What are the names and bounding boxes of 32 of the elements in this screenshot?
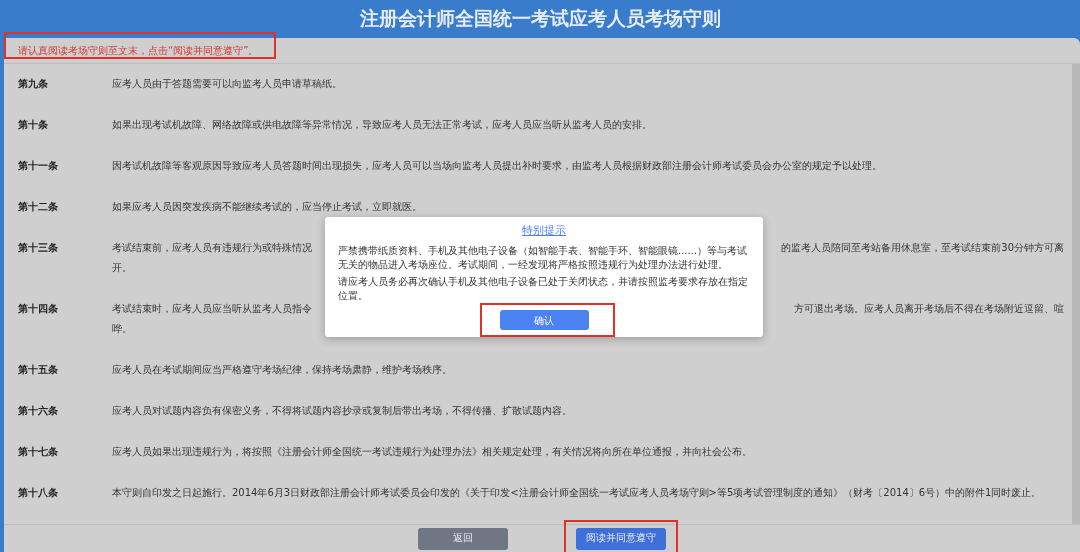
dialog-paragraph: 请应考人员务必再次确认手机及其他电子设备已处于关闭状态，并请按照监考要求存放在指定位置。 bbox=[338, 275, 749, 303]
article-text: 的监考人员陪同至考站备用休息室，至考试结束前30分钟方可离 bbox=[781, 241, 1064, 256]
article-number: 第十条 bbox=[18, 118, 49, 133]
article-number: 第九条 bbox=[18, 77, 49, 92]
notice-text: 请认真阅读考场守则至文末，点击“阅读并同意遵守”。 bbox=[18, 44, 259, 59]
article-text: 如果出现考试机故障、网络故障或供电故障等异常情况，导致应考人员无法正常考试，应考人员应当听从监考人员的安排。 bbox=[112, 118, 653, 133]
confirm-button[interactable]: 确认 bbox=[499, 310, 589, 330]
article-number: 第十八条 bbox=[18, 486, 59, 501]
article-text: 应考人员如果出现违规行为，将按照《注册会计师全国统一考试违规行为处理办法》相关规定处理，有关情况将向所在单位通报，并向社会公布。 bbox=[112, 445, 753, 460]
dialog-title: 特别提示 bbox=[522, 224, 566, 237]
article-text: 如果应考人员因突发疾病不能继续考试的，应当停止考试，立即就医。 bbox=[112, 200, 423, 215]
back-button[interactable]: 返回 bbox=[418, 527, 508, 550]
page-title: 注册会计师全国统一考试应考人员考场守则 bbox=[359, 6, 721, 31]
article-number: 第十七条 bbox=[18, 445, 59, 460]
article-text: 应考人员在考试期间应当严格遵守考场纪律，保持考场肃静，维护考场秩序。 bbox=[112, 363, 453, 378]
article-number: 第十五条 bbox=[18, 363, 59, 378]
agree-button[interactable]: 阅读并同意遵守 bbox=[576, 527, 666, 550]
article-text: 开。 bbox=[112, 262, 132, 274]
article-text: 应考人员对试题内容负有保密义务，不得将试题内容抄录或复制后带出考场，不得传播、扩散试题内容。 bbox=[112, 404, 573, 419]
article-number: 第十二条 bbox=[18, 200, 59, 215]
article-number: 第十六条 bbox=[18, 404, 59, 419]
article-text: 本守则自印发之日起施行。2014年6月3日财政部注册会计师考试委员会印发的《关于印发<注册会计师全国统一考试应考人员考场守则>等5项考试管理制度的通知》（财考〔2014〕6号）中的附件1同时废止。 bbox=[112, 486, 1043, 501]
article-text: 考试结束前，应考人员有违规行为或特殊情况 bbox=[112, 241, 312, 256]
article-number: 第十四条 bbox=[18, 302, 59, 317]
article-text: 考试结束时，应考人员应当听从监考人员指令 bbox=[112, 302, 312, 317]
article-text: 应考人员由于答题需要可以向监考人员申请草稿纸。 bbox=[112, 77, 343, 92]
article-text: 哗。 bbox=[112, 323, 132, 335]
article-text: 方可退出考场。应考人员离开考场后不得在考场附近逗留、喧 bbox=[794, 302, 1064, 317]
article-text: 因考试机故障等客观原因导致应考人员答题时间出现损失，应考人员可以当场向监考人员提出补时要求，由监考人员根据财政部注册会计师考试委员会办公室的规定予以处理。 bbox=[112, 159, 883, 174]
dialog-paragraph: 严禁携带纸质资料、手机及其他电子设备（如智能手表、智能手环、智能眼镜......）等与考试无关的物品进入考场座位。考试期间，一经发现将严格按照违规行为处理办法进行处理。 bbox=[338, 244, 749, 272]
article-number: 第十一条 bbox=[18, 159, 59, 174]
article-number: 第十三条 bbox=[18, 241, 59, 256]
